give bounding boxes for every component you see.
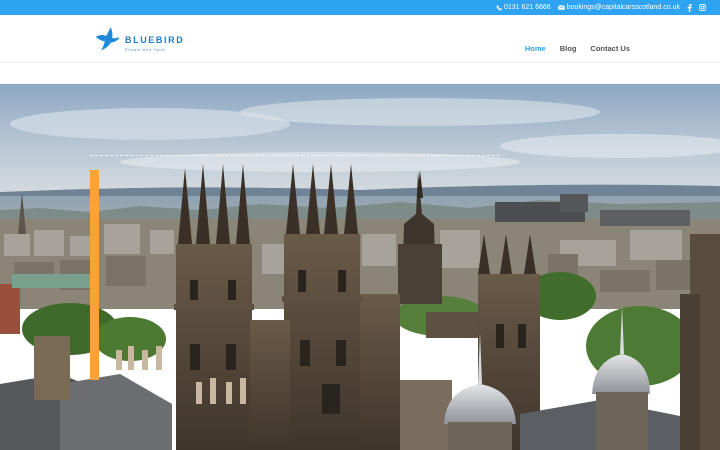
contact-info: 0131 621 6666 bookings@capitalcarsscotla… [496,0,706,15]
site-logo[interactable]: BLUEBIRD Private Hire Taxis [95,23,185,59]
bluebird-icon [95,27,120,51]
instagram-link[interactable] [699,4,706,11]
phone-number: 0131 621 6666 [503,4,551,11]
nav-item-contact-us[interactable]: Contact Us [590,44,630,53]
logo-tagline: Private Hire Taxis [125,47,166,52]
logo-wordmark: BLUEBIRD [125,35,185,45]
nav-item-home[interactable]: Home [525,44,546,53]
edinburgh-skyline-photo [0,84,720,450]
main-nav: Home Blog Contact Us [525,44,630,53]
facebook-icon [687,3,692,12]
mail-icon [557,5,565,10]
nav-item-blog[interactable]: Blog [560,44,577,53]
instagram-icon [699,4,706,11]
facebook-link[interactable] [687,3,692,12]
email-address: bookings@capitalcarsscotland.co.uk [566,4,680,11]
top-contact-bar: 0131 621 6666 bookings@capitalcarsscotla… [0,0,720,15]
hero-image [0,84,720,450]
accent-bar [90,170,99,380]
decorative-guide-line [90,155,500,156]
phone-icon [496,5,502,10]
phone-link[interactable]: 0131 621 6666 [496,4,551,11]
email-link[interactable]: bookings@capitalcarsscotland.co.uk [557,4,680,11]
site-header: BLUEBIRD Private Hire Taxis Home Blog Co… [0,15,720,63]
